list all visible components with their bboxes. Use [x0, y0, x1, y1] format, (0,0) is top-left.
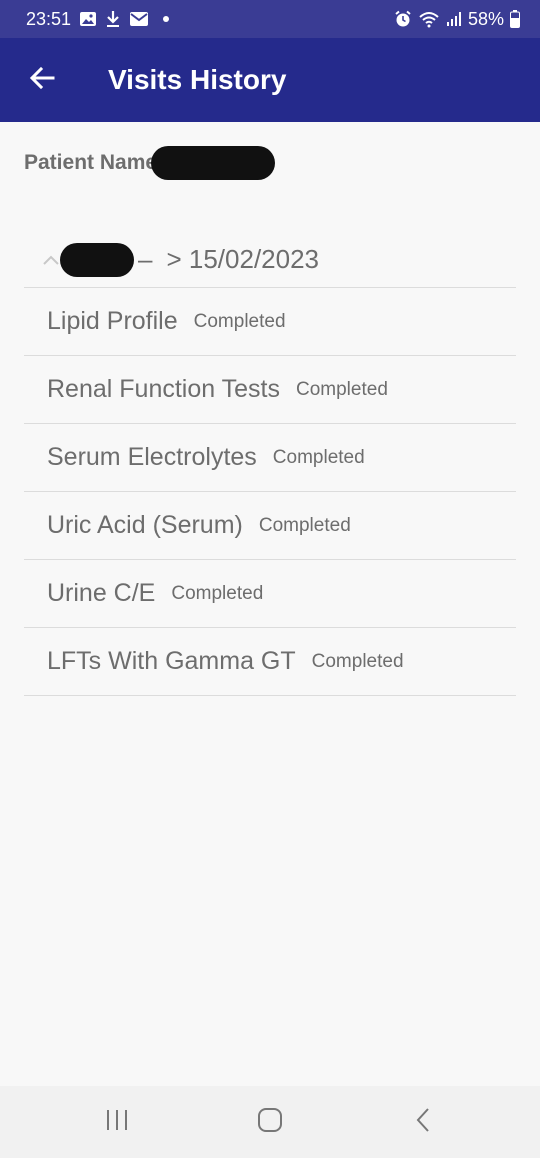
patient-name-row: Patient Name [24, 144, 276, 182]
mail-icon [129, 11, 149, 27]
status-bar: 23:51 58% [0, 0, 540, 38]
system-nav-bar [0, 1086, 540, 1158]
test-status: Completed [193, 310, 286, 332]
test-name: Urine C/E [47, 579, 156, 607]
visit-header[interactable]: – > 15/02/2023 [24, 232, 516, 288]
status-time: 23:51 [26, 8, 72, 29]
chevron-up-icon [42, 251, 60, 269]
app-bar: Visits History [0, 38, 540, 122]
battery-icon [510, 10, 520, 28]
test-status: Completed [258, 514, 351, 536]
visit-dash: – [138, 244, 153, 274]
signal-icon [446, 11, 462, 27]
back-button[interactable] [12, 50, 72, 110]
redacted-patient-name [151, 146, 276, 180]
alarm-icon [394, 10, 412, 28]
test-name: Uric Acid (Serum) [47, 511, 243, 539]
redacted-visit-label [60, 242, 134, 277]
test-item[interactable]: Uric Acid (Serum) Completed [24, 492, 516, 560]
page-title: Visits History [108, 64, 287, 95]
download-icon [105, 10, 121, 28]
recent-apps-icon [104, 1108, 130, 1137]
test-status: Completed [311, 650, 404, 672]
test-status: Completed [272, 446, 365, 468]
nav-back-button[interactable] [393, 1092, 453, 1152]
status-left: 23:51 [26, 8, 170, 30]
status-right: 58% [394, 9, 520, 30]
visit-date: > 15/02/2023 [166, 244, 320, 274]
test-name: Serum Electrolytes [47, 443, 257, 471]
test-item[interactable]: Lipid Profile Completed [24, 288, 516, 356]
test-name: Lipid Profile [47, 307, 178, 335]
notification-dot [163, 16, 170, 22]
test-item[interactable]: LFTs With Gamma GT Completed [24, 628, 516, 696]
arrow-left-icon [28, 64, 56, 97]
test-status: Completed [296, 378, 388, 400]
back-icon [414, 1107, 432, 1138]
test-name: Renal Function Tests [47, 375, 280, 403]
test-name: LFTs With Gamma GT [47, 647, 296, 675]
home-icon [257, 1107, 283, 1138]
test-item[interactable]: Urine C/E Completed [24, 560, 516, 628]
test-item[interactable]: Renal Function Tests Completed [24, 356, 516, 424]
patient-name-label: Patient Name [24, 151, 158, 174]
home-button[interactable] [240, 1092, 300, 1152]
recent-apps-button[interactable] [87, 1092, 147, 1152]
wifi-icon [418, 10, 440, 28]
test-list: Lipid Profile Completed Renal Function T… [24, 288, 516, 696]
image-icon [79, 11, 97, 27]
battery-percent: 58% [467, 8, 504, 29]
test-status: Completed [171, 582, 264, 604]
test-item[interactable]: Serum Electrolytes Completed [24, 424, 516, 492]
